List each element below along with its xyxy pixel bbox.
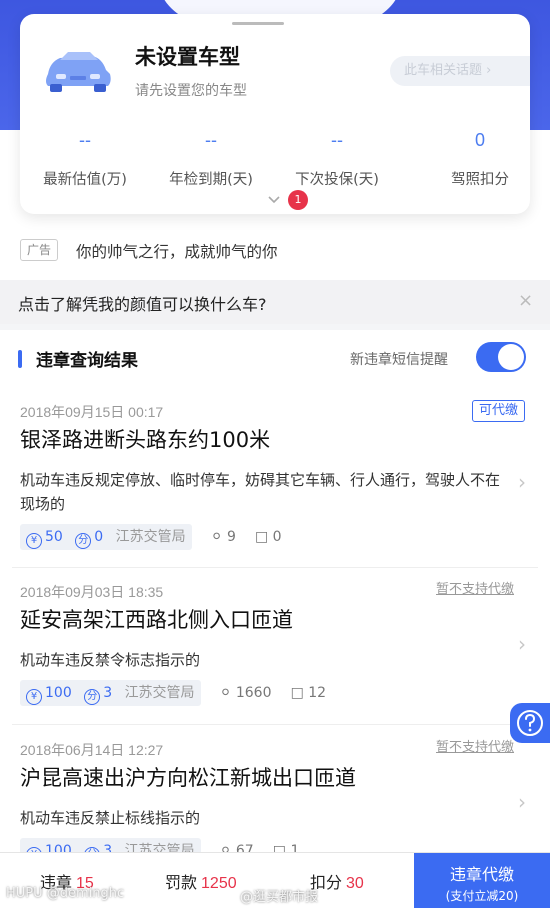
comments-count: □ 0: [255, 524, 282, 550]
fine-amount: 100: [45, 685, 72, 701]
violation-location: 银泽路进断头路东约100米: [20, 428, 271, 452]
stat-inspection[interactable]: -- 年检到期(天): [146, 126, 276, 189]
car-info-card[interactable]: 未设置车型 请先设置您的车型 此车相关话题 › -- 最新估值(万) -- 年检…: [20, 14, 530, 214]
chevron-right-icon[interactable]: ›: [518, 470, 526, 494]
comment-icon: □: [254, 529, 269, 545]
stat-value: --: [205, 130, 217, 150]
stat-insurance[interactable]: -- 下次投保(天): [272, 126, 402, 189]
fine-chip: ¥50 分0 江苏交管局: [20, 524, 192, 550]
total-points: 扣分 30: [310, 869, 364, 893]
total-fines: 罚款 1250: [165, 869, 237, 893]
help-button[interactable]: [510, 703, 550, 743]
views-value: 1660: [235, 685, 272, 701]
car-topic-button[interactable]: 此车相关话题 ›: [390, 56, 530, 86]
pay-status-tag: 可代缴: [472, 400, 526, 422]
section-title: 违章查询结果: [36, 351, 138, 371]
agent-pay-label: 违章代缴: [449, 865, 514, 884]
points-icon: 分: [84, 689, 101, 705]
chevron-right-icon[interactable]: ›: [518, 790, 526, 814]
violation-date: 2018年09月15日 00:17: [20, 404, 164, 420]
car-icon: [46, 52, 111, 92]
violation-description: 机动车违反禁令标志指示的: [20, 651, 201, 669]
chevron-right-icon[interactable]: ›: [518, 632, 526, 656]
comments-value: 0: [272, 529, 282, 545]
violation-description: 机动车违反规定停放、临时停车，妨碍其它车辆、行人通行，驾驶人不在现场的: [20, 471, 501, 513]
views-value: 9: [226, 529, 236, 545]
stat-value: --: [79, 130, 91, 150]
views-count: ⚪ 9: [211, 524, 236, 550]
yuan-icon: ¥: [26, 689, 42, 705]
sms-alert-toggle[interactable]: [476, 342, 526, 372]
stat-label: 驾照扣分: [451, 172, 509, 188]
ad-tag: 广告: [20, 239, 59, 261]
promo-banner[interactable]: 点击了解凭我的颜值可以换什么车? ×: [0, 280, 550, 324]
agent-pay-button[interactable]: 违章代缴 (支付立减20): [414, 853, 550, 908]
comments-value: 12: [308, 685, 327, 701]
divider: [12, 724, 538, 725]
watermark-center: @逛买都市报: [240, 890, 319, 905]
violation-meta: ¥100 分3 江苏交管局 ⚪ 1660 □ 12: [20, 680, 326, 706]
agent-pay-sub: (支付立减20): [445, 889, 519, 903]
authority: 江苏交管局: [124, 685, 195, 701]
violation-date: 2018年06月14日 12:27: [20, 742, 164, 758]
stat-license-points[interactable]: 0 驾照扣分: [415, 126, 545, 189]
label: 罚款: [165, 873, 198, 892]
section-accent-bar: [18, 350, 22, 368]
stat-value: --: [331, 130, 343, 150]
car-model-title[interactable]: 未设置车型: [135, 41, 240, 71]
points-amount: 0: [94, 529, 104, 545]
stat-label: 年检到期(天): [169, 172, 253, 188]
violation-date: 2018年09月03日 18:35: [20, 584, 164, 600]
authority: 江苏交管局: [115, 529, 186, 545]
ad-banner[interactable]: 广告 你的帅气之行，成就帅气的你: [0, 230, 550, 272]
yuan-icon: ¥: [26, 533, 42, 549]
drag-handle[interactable]: [232, 22, 284, 25]
violation-description: 机动车违反禁止标线指示的: [20, 809, 201, 827]
ad-text[interactable]: 你的帅气之行，成就帅气的你: [76, 240, 278, 262]
points-amount: 3: [103, 685, 113, 701]
value: 30: [346, 875, 364, 892]
watermark-left: HUPU @deminghc: [6, 886, 125, 901]
value: 1250: [201, 875, 237, 892]
views-count: ⚪ 1660: [220, 680, 272, 706]
car-model-subtitle: 请先设置您的车型: [135, 83, 247, 99]
comment-icon: □: [290, 685, 304, 701]
violation-location: 延安高架江西路北侧入口匝道: [20, 608, 293, 632]
pay-status-tag: 暂不支持代缴: [436, 582, 515, 597]
comments-count: □ 12: [291, 680, 327, 706]
violation-location: 沪昆高速出沪方向松江新城出口匝道: [20, 766, 356, 790]
close-icon[interactable]: ×: [518, 290, 533, 311]
fine-chip: ¥100 分3 江苏交管局: [20, 680, 201, 706]
stat-value: 0: [474, 130, 485, 150]
sms-alert-label: 新违章短信提醒: [350, 352, 448, 368]
violations-panel: 违章查询结果 新违章短信提醒 2018年09月15日 00:17 可代缴 银泽路…: [0, 330, 550, 908]
question-icon: [517, 710, 543, 736]
notification-badge: 1: [288, 190, 308, 210]
violation-meta: ¥50 分0 江苏交管局 ⚪ 9 □ 0: [20, 524, 282, 550]
divider: [12, 567, 538, 568]
chevron-down-icon[interactable]: [268, 194, 280, 206]
pay-status-tag: 暂不支持代缴: [436, 740, 515, 755]
promo-text[interactable]: 点击了解凭我的颜值可以换什么车?: [18, 291, 267, 315]
points-icon: 分: [75, 533, 92, 549]
person-icon: ⚪: [210, 529, 223, 545]
stat-label: 最新估值(万): [43, 172, 127, 188]
fine-amount: 50: [45, 529, 63, 545]
toggle-knob: [498, 344, 524, 370]
stat-valuation[interactable]: -- 最新估值(万): [20, 126, 150, 189]
stat-label: 下次投保(天): [295, 172, 379, 188]
person-icon: ⚪: [219, 685, 232, 701]
